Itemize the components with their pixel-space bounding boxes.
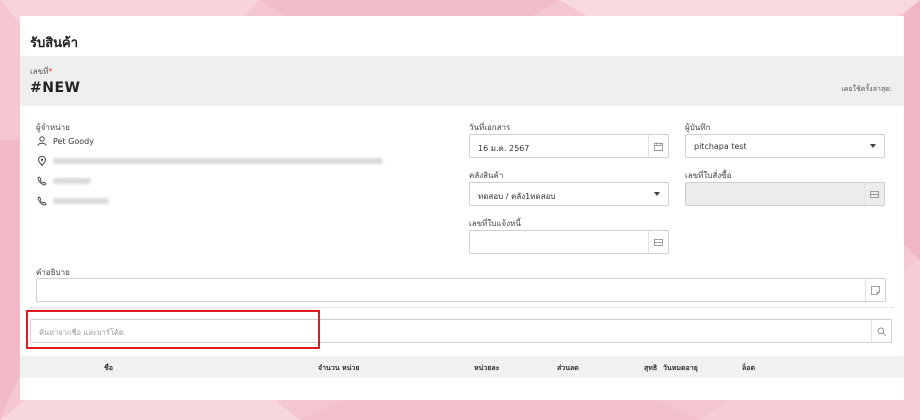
recorder-select[interactable]: pitchapa test (685, 134, 885, 158)
col-net: สุทธิ (644, 364, 658, 372)
recorder-value: pitchapa test (694, 142, 747, 151)
receive-goods-card: รับสินค้า เลขที่* #NEW เคยใช้ครั้งล่าสุด… (20, 16, 904, 400)
description-input[interactable] (36, 278, 886, 302)
warehouse-select[interactable]: ทดสอบ / คลัง1ทดสอบ (469, 182, 669, 206)
section-divider (30, 307, 894, 308)
po-no-label: เลขที่ใบสั่งซื้อ (685, 171, 732, 180)
doc-date-field[interactable]: 16 ม.ค. 2567 (469, 134, 669, 158)
warehouse-value: ทดสอบ / คลัง1ทดสอบ (478, 192, 556, 201)
invoice-no-field[interactable] (469, 230, 669, 254)
supplier-phone-redacted (53, 178, 91, 184)
doc-no-value: #NEW (30, 80, 81, 96)
col-expiry: วันหมดอายุ (663, 364, 698, 372)
phone-icon (37, 176, 47, 186)
document-header: เลขที่* #NEW เคยใช้ครั้งล่าสุด: (20, 56, 904, 106)
search-highlight-box (26, 310, 320, 349)
doc-date-label: วันที่เอกสาร (469, 123, 511, 132)
doc-no-label: เลขที่* (30, 67, 53, 76)
po-no-field[interactable] (685, 182, 885, 206)
col-discount: ส่วนลด (557, 364, 579, 372)
items-table-header: ชื่อ จำนวน หน่วย หน่วยละ ส่วนลด สุทธิ วั… (20, 356, 904, 378)
warehouse-label: คลังสินค้า (469, 171, 504, 180)
user-icon (37, 136, 47, 146)
last-used-label: เคยใช้ครั้งล่าสุด: (841, 85, 892, 93)
col-unit: หน่วย (342, 364, 360, 372)
invoice-no-label: เลขที่ใบแจ้งหนี้ (469, 219, 521, 228)
supplier-phone2-redacted (53, 198, 109, 204)
phone-icon (37, 196, 47, 206)
search-icon[interactable] (871, 320, 891, 342)
chevron-down-icon (654, 192, 660, 196)
col-lot: ล็อต (742, 364, 756, 372)
recorder-label: ผู้บันทึก (685, 123, 711, 132)
note-icon (865, 279, 885, 301)
barcode-icon (648, 231, 668, 253)
chevron-down-icon (870, 144, 876, 148)
col-unit-price: หน่วยละ (474, 364, 500, 372)
page-title: รับสินค้า (30, 36, 79, 51)
supplier-address-redacted (53, 158, 383, 164)
required-mark: * (48, 67, 53, 76)
barcode-icon (864, 183, 884, 205)
supplier-label: ผู้จำหน่าย (36, 123, 70, 132)
supplier-name: Pet Goody (53, 137, 94, 146)
calendar-icon[interactable] (648, 135, 668, 157)
doc-date-value: 16 ม.ค. 2567 (478, 144, 530, 153)
col-qty: จำนวน (318, 364, 340, 372)
location-pin-icon (37, 156, 47, 166)
col-name: ชื่อ (104, 364, 113, 372)
